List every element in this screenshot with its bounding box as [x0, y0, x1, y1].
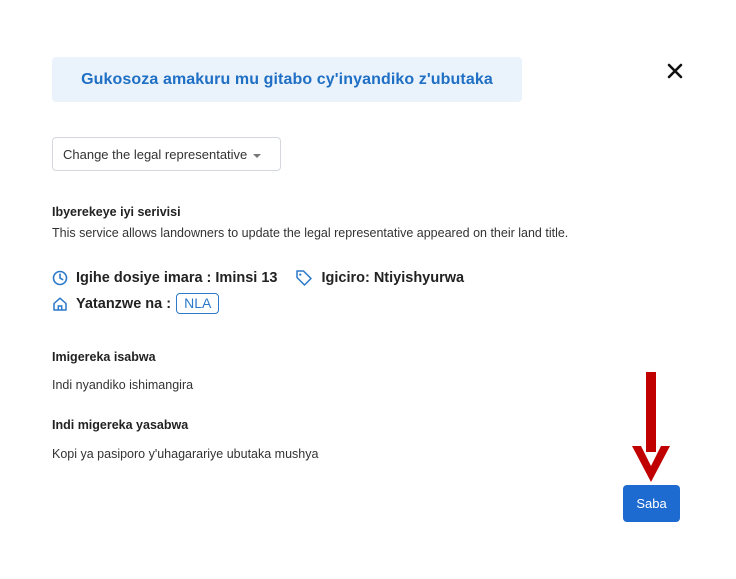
- requirements-heading: Imigereka isabwa: [52, 350, 156, 364]
- meta-row-provider: Yatanzwe na : NLA: [52, 293, 220, 314]
- other-requirements-heading: Indi migereka yasabwa: [52, 418, 189, 432]
- apply-button[interactable]: Saba: [623, 485, 680, 522]
- provider-label: Yatanzwe na :: [76, 295, 172, 312]
- requirements-text: Indi nyandiko ishimangira: [52, 378, 194, 392]
- service-type-dropdown[interactable]: Change the legal representative: [52, 137, 281, 171]
- price-text: Igiciro: Ntiyishyurwa: [321, 270, 465, 286]
- dropdown-selected-value: Change the legal representative: [63, 146, 248, 162]
- tag-icon: [296, 270, 313, 286]
- dialog-title: Gukosoza amakuru mu gitabo cy'inyandiko …: [81, 70, 493, 88]
- meta-row-duration-price: Igihe dosiye imara : Iminsi 13 Igiciro: …: [52, 270, 464, 286]
- other-requirements-text: Kopi ya pasiporo y'uhagarariye ubutaka m…: [52, 447, 319, 461]
- close-button[interactable]: [662, 58, 688, 84]
- duration-text: Igihe dosiye imara : Iminsi 13: [76, 270, 278, 286]
- close-icon: [667, 63, 683, 79]
- home-icon: [53, 296, 67, 311]
- about-heading: Ibyerekeye iyi serivisi: [52, 205, 181, 219]
- chevron-down-icon: [253, 153, 262, 158]
- provider-badge: NLA: [176, 293, 220, 314]
- arrow-down-icon: [632, 372, 670, 482]
- clock-icon: [52, 270, 68, 286]
- dialog-title-banner: Gukosoza amakuru mu gitabo cy'inyandiko …: [52, 57, 522, 102]
- about-description: This service allows landowners to update…: [52, 226, 569, 240]
